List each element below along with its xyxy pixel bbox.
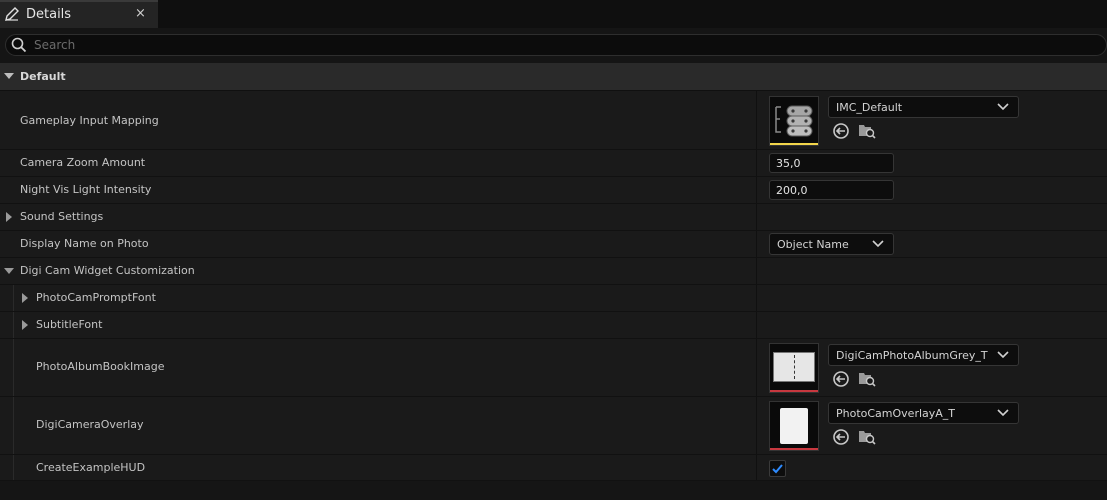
create-example-hud-checkbox[interactable] — [769, 460, 786, 477]
asset-picker-combo[interactable]: PhotoCamOverlayA_T — [828, 402, 1019, 424]
search-box — [5, 34, 1107, 56]
indent-guide — [13, 285, 14, 311]
property-label: CreateExampleHUD — [36, 461, 146, 474]
asset-name: DigiCamPhotoAlbumGrey_T — [836, 349, 988, 362]
column-divider[interactable] — [756, 339, 757, 396]
indent-guide — [13, 339, 14, 396]
column-divider[interactable] — [756, 231, 757, 257]
close-icon[interactable]: × — [135, 6, 146, 21]
camera-zoom-amount-input[interactable] — [770, 154, 893, 172]
indent-guide — [13, 397, 14, 454]
asset-picker-combo[interactable]: IMC_Default — [828, 96, 1019, 118]
asset-name: PhotoCamOverlayA_T — [836, 407, 956, 420]
property-label: Sound Settings — [20, 210, 104, 223]
caret-down-icon — [4, 73, 14, 79]
property-label: Camera Zoom Amount — [20, 156, 146, 169]
row-camera-zoom-amount: Camera Zoom Amount — [0, 150, 1107, 177]
overlay-preview — [780, 408, 808, 444]
column-divider[interactable] — [756, 177, 757, 203]
row-photo-album-book-image: PhotoAlbumBookImage DigiCamPhotoAlbumGre… — [0, 339, 1107, 397]
property-label: DigiCameraOverlay — [36, 418, 144, 431]
gamepad-stack-icon — [772, 99, 816, 146]
tab-bar: Details × — [0, 0, 1107, 28]
asset-picker-combo[interactable]: DigiCamPhotoAlbumGrey_T — [828, 344, 1019, 366]
property-label: SubtitleFont — [36, 318, 103, 331]
column-divider[interactable] — [756, 258, 757, 284]
row-digi-cam-widget-customization[interactable]: Digi Cam Widget Customization — [0, 258, 1107, 285]
indent-guide — [13, 455, 14, 480]
asset-thumbnail[interactable] — [769, 96, 819, 146]
row-create-example-hud: CreateExampleHUD — [0, 455, 1107, 481]
panel-bottom — [0, 481, 1107, 500]
tab-details[interactable]: Details × — [0, 0, 158, 28]
property-label: Digi Cam Widget Customization — [20, 264, 195, 277]
tab-title: Details — [26, 7, 72, 22]
asset-type-bar — [770, 448, 818, 450]
property-label: Night Vis Light Intensity — [20, 183, 152, 196]
caret-right-icon[interactable] — [22, 293, 28, 303]
indent-guide — [13, 312, 14, 338]
column-divider[interactable] — [756, 91, 757, 149]
row-digi-camera-overlay: DigiCameraOverlay PhotoCamOverlayA_T — [0, 397, 1107, 455]
row-night-vis-light-intensity: Night Vis Light Intensity — [0, 177, 1107, 204]
use-selected-icon[interactable] — [832, 370, 850, 388]
caret-down-icon[interactable] — [4, 268, 14, 274]
number-field[interactable] — [769, 153, 894, 173]
column-divider[interactable] — [756, 285, 757, 311]
property-label: Display Name on Photo — [20, 237, 149, 250]
asset-type-bar — [770, 390, 818, 392]
column-divider[interactable] — [756, 397, 757, 454]
pencil-icon — [4, 6, 20, 22]
search-input[interactable] — [34, 36, 934, 54]
column-divider[interactable] — [756, 455, 757, 480]
chevron-down-icon — [997, 102, 1009, 112]
caret-right-icon[interactable] — [6, 212, 12, 222]
browse-asset-icon[interactable] — [858, 428, 876, 446]
section-header-default[interactable]: Default — [0, 63, 1107, 91]
caret-right-icon[interactable] — [22, 320, 28, 330]
number-field[interactable] — [769, 180, 894, 200]
display-name-dropdown[interactable]: Object Name — [769, 233, 894, 255]
column-divider[interactable] — [756, 150, 757, 176]
use-selected-icon[interactable] — [832, 428, 850, 446]
row-gameplay-input-mapping: Gameplay Input Mapping IMC_Default — [0, 91, 1107, 150]
album-page-preview — [773, 352, 815, 382]
search-icon — [11, 37, 27, 53]
night-vis-light-intensity-input[interactable] — [770, 181, 893, 199]
search-row — [0, 28, 1107, 63]
dropdown-value: Object Name — [777, 238, 849, 251]
texture-thumbnail[interactable] — [769, 343, 819, 393]
browse-asset-icon[interactable] — [858, 122, 876, 140]
column-divider[interactable] — [756, 204, 757, 230]
checkmark-icon — [771, 462, 784, 478]
property-label: Gameplay Input Mapping — [20, 114, 159, 127]
property-label: PhotoCamPromptFont — [36, 291, 156, 304]
row-subtitle-font[interactable]: SubtitleFont — [0, 312, 1107, 339]
chevron-down-icon — [997, 408, 1009, 418]
chevron-down-icon — [872, 239, 884, 249]
property-label: PhotoAlbumBookImage — [36, 360, 165, 373]
browse-asset-icon[interactable] — [858, 370, 876, 388]
row-photo-cam-prompt-font[interactable]: PhotoCamPromptFont — [0, 285, 1107, 312]
use-selected-icon[interactable] — [832, 122, 850, 140]
column-divider[interactable] — [756, 312, 757, 338]
asset-name: IMC_Default — [836, 101, 903, 114]
row-sound-settings[interactable]: Sound Settings — [0, 204, 1107, 231]
chevron-down-icon — [997, 350, 1009, 360]
asset-type-bar — [770, 143, 818, 145]
row-display-name-on-photo: Display Name on Photo Object Name — [0, 231, 1107, 258]
texture-thumbnail[interactable] — [769, 401, 819, 451]
section-title: Default — [20, 70, 66, 83]
